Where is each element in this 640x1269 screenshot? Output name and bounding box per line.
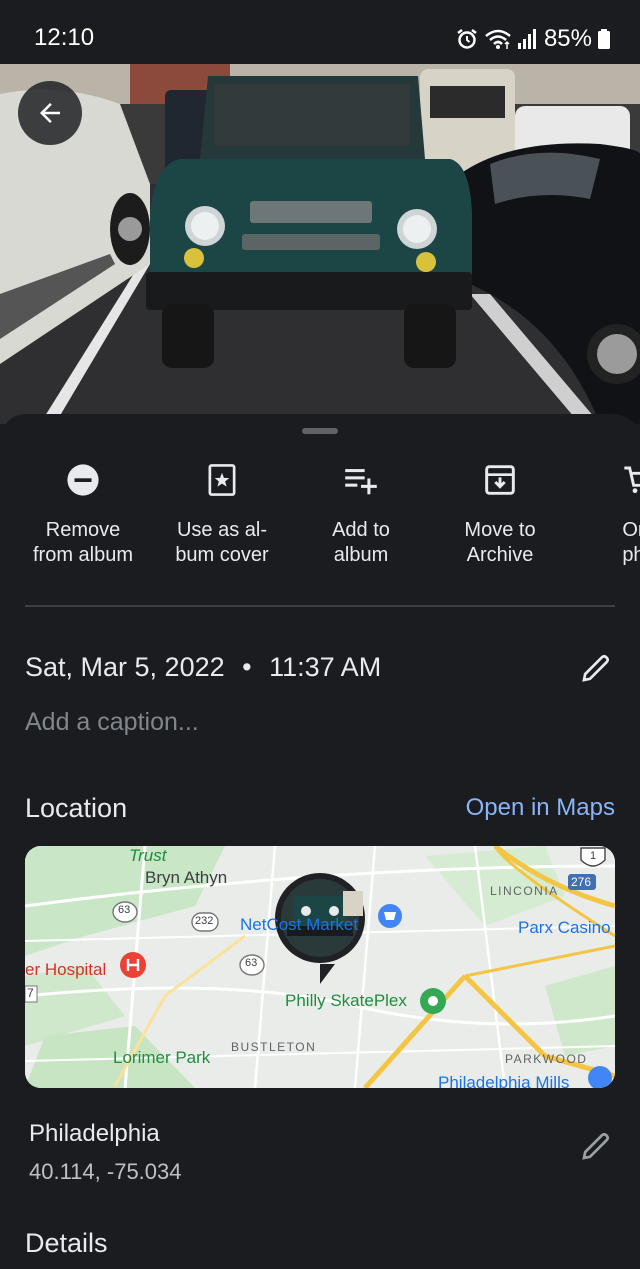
route-shield: 232: [195, 915, 214, 927]
action-label: Ord pho: [622, 519, 640, 566]
map-label: Trust: [129, 846, 167, 865]
playlist-add-icon: [341, 460, 381, 500]
action-label: Remove from album: [32, 519, 134, 566]
status-time: 12:10: [34, 24, 95, 51]
pencil-icon: [582, 1132, 610, 1160]
remove-circle-icon: [63, 460, 103, 500]
photo-viewer[interactable]: [0, 64, 640, 424]
route-shield: 1: [590, 850, 597, 862]
route-shield: 63: [245, 957, 258, 969]
album-cover-icon: [202, 460, 242, 500]
map-label: Philadelphia Mills: [438, 1073, 570, 1088]
map-label: PARKWOOD: [505, 1052, 588, 1066]
edit-location-button[interactable]: [578, 1128, 614, 1164]
move-to-archive-button[interactable]: Move to Archive: [425, 454, 575, 584]
map-label: NetCost Market: [240, 915, 359, 934]
battery-icon: [598, 29, 610, 49]
add-to-album-button[interactable]: Add to album: [286, 454, 436, 584]
time-text: 11:37 AM: [269, 652, 382, 682]
action-label: Move to Archive: [464, 519, 536, 566]
pencil-icon: [582, 654, 610, 682]
action-label: Use as al- bum cover: [175, 519, 269, 566]
order-photo-button[interactable]: Ord pho: [564, 454, 640, 584]
route-shield: 63: [118, 904, 131, 916]
drag-handle[interactable]: [302, 428, 338, 434]
map-label: BUSTLETON: [231, 1040, 317, 1054]
coordinates: 40.114, -75.034: [29, 1159, 182, 1184]
map-label: er Hospital: [25, 960, 107, 979]
location-title: Location: [25, 793, 128, 823]
caption-input[interactable]: [25, 708, 585, 737]
action-row: Remove from album Use as al- bum cover A…: [0, 454, 640, 584]
edit-date-button[interactable]: [578, 650, 614, 686]
archive-icon: [480, 460, 520, 500]
map-label: Bryn Athyn: [145, 868, 228, 887]
map-label: Parx Casino: [518, 918, 611, 937]
arrow-back-icon: [40, 103, 60, 123]
place-name: Philadelphia: [29, 1120, 160, 1147]
date-time: Sat, Mar 5, 2022 • 11:37 AM: [25, 652, 381, 683]
remove-from-album-button[interactable]: Remove from album: [8, 454, 158, 584]
route-shield: 7: [27, 986, 34, 1000]
wifi-icon: [485, 29, 511, 49]
use-as-album-cover-button[interactable]: Use as al- bum cover: [147, 454, 297, 584]
status-icons: 85%: [456, 22, 610, 56]
back-button[interactable]: [18, 81, 82, 145]
location-map[interactable]: Trust Bryn Athyn LINCONIA Parx Casino Ne…: [25, 846, 615, 1088]
info-sheet[interactable]: Remove from album Use as al- bum cover A…: [0, 414, 640, 1269]
action-label: Add to album: [332, 519, 390, 566]
alarm-icon: [457, 29, 477, 49]
route-shield: 276: [571, 875, 592, 889]
signal-icon: [517, 29, 536, 49]
photo-image: [0, 64, 640, 424]
divider: [25, 605, 615, 607]
status-bar: 12:10 85%: [0, 0, 640, 64]
date-separator: •: [242, 652, 252, 682]
battery-percent: 85%: [543, 25, 592, 52]
map-label: Lorimer Park: [113, 1048, 211, 1067]
map-label: Philly SkatePlex: [285, 991, 407, 1010]
details-title: Details: [25, 1228, 108, 1258]
cart-icon: [619, 460, 640, 500]
map-label: LINCONIA: [490, 884, 559, 898]
open-in-maps-link[interactable]: Open in Maps: [466, 794, 615, 822]
date-text: Sat, Mar 5, 2022: [25, 652, 225, 682]
